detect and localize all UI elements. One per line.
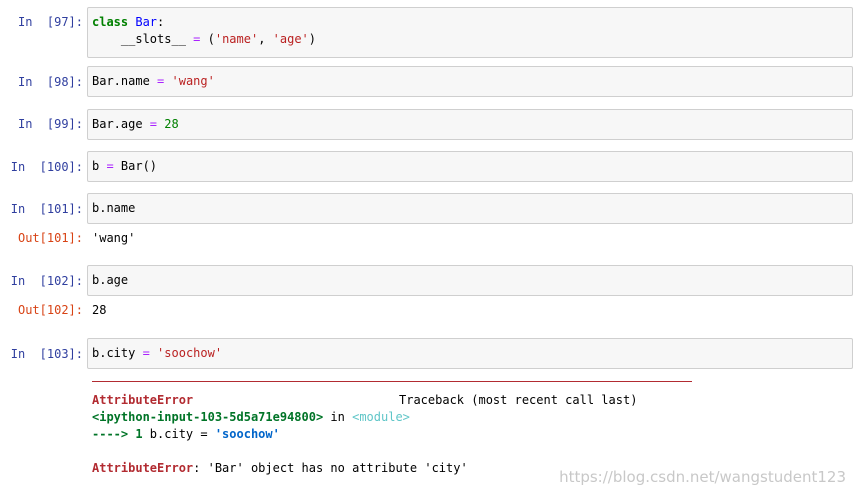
class-name: Bar (135, 15, 158, 29)
code-cell-100[interactable] (87, 151, 853, 182)
output-text-101: 'wang' (92, 231, 136, 245)
traceback-separator (92, 381, 692, 382)
keyword-class: class (92, 15, 129, 29)
input-prompt-100: In [100]: (10, 160, 83, 174)
input-prompt-99: In [99]: (17, 117, 83, 131)
input-prompt-101: In [101]: (10, 202, 83, 216)
code-line-98: Bar.name = 'wang' (92, 74, 215, 88)
traceback-error-name: AttributeError (92, 393, 194, 407)
input-prompt-102: In [102]: (10, 274, 83, 288)
traceback-header: AttributeError Traceback (most recent cal… (92, 392, 637, 409)
traceback-arrow: ----> 1 (92, 427, 143, 441)
traceback-input-ref: <ipython-input-103-5d5a71e94800> (92, 410, 324, 424)
code-line-101: b.name (92, 201, 136, 215)
code-line-102: b.age (92, 273, 129, 287)
code-line-99: Bar.age = 28 (92, 117, 179, 131)
watermark-text: https://blog.csdn.net/wangstudent123 (559, 468, 846, 486)
input-prompt-98: In [98]: (17, 75, 83, 89)
code-line-97-1: class Bar: (92, 15, 165, 29)
code-cell-99[interactable] (87, 109, 853, 140)
traceback-final-message: : 'Bar' object has no attribute 'city' (193, 461, 468, 475)
code-line-103: b.city = 'soochow' (92, 346, 223, 360)
traceback-arrow-line: ----> 1 b.city = 'soochow' (92, 427, 280, 441)
output-prompt-102: Out[102]: (17, 303, 83, 317)
input-prompt-103: In [103]: (10, 347, 83, 361)
input-prompt-97: In [97]: (17, 15, 83, 29)
code-cell-102[interactable] (87, 265, 853, 296)
code-line-97-2: __slots__ = ('name', 'age') (92, 32, 317, 46)
traceback-final-name: AttributeError (92, 461, 194, 475)
traceback-module: <module> (352, 410, 410, 424)
code-cell-101[interactable] (87, 193, 853, 224)
traceback-header-right: Traceback (most recent call last) (399, 393, 638, 407)
output-text-102: 28 (92, 303, 107, 317)
traceback-input-line: <ipython-input-103-5d5a71e94800> in <mod… (92, 410, 410, 424)
traceback-final-line: AttributeError: 'Bar' object has no attr… (92, 460, 468, 477)
code-line-100: b = Bar() (92, 159, 158, 173)
output-prompt-101: Out[101]: (17, 231, 83, 245)
